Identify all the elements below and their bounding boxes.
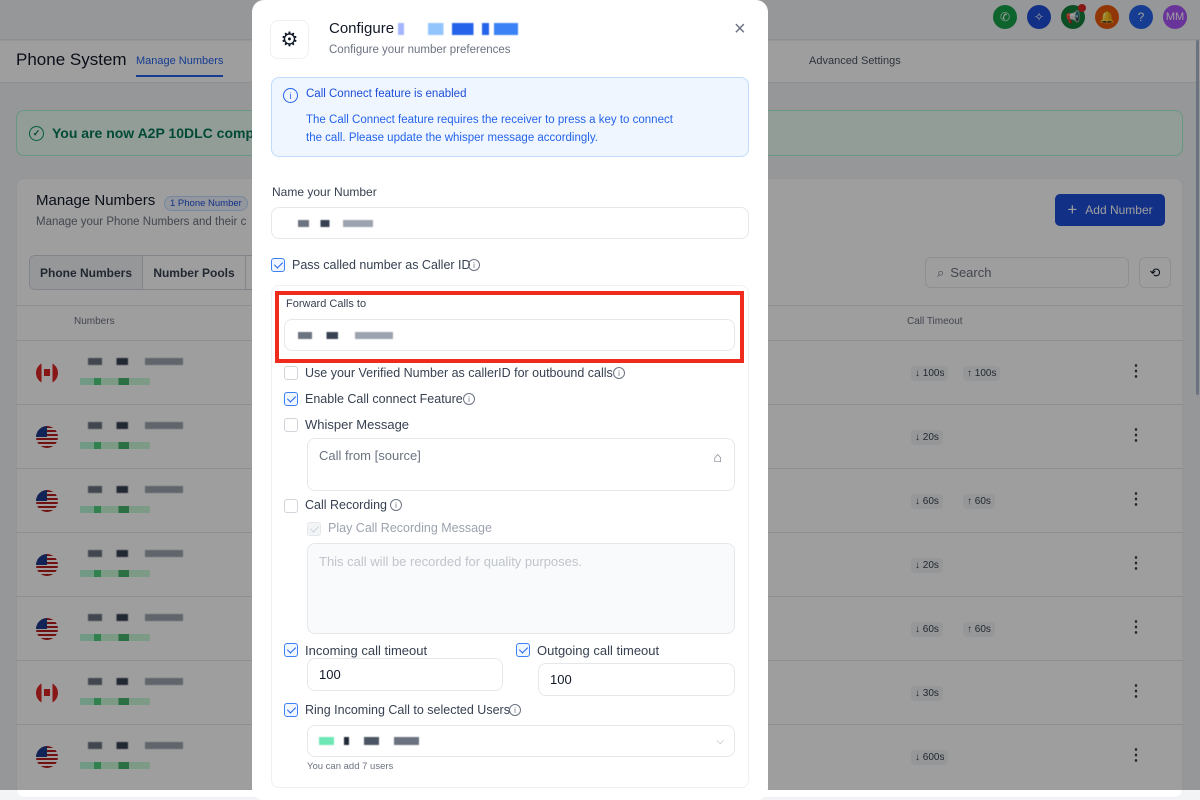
info-icon[interactable]: i <box>463 393 475 405</box>
outgoing-timeout-label: Outgoing call timeout <box>537 643 660 658</box>
call-connect-label: Enable Call connect Feature <box>305 392 463 406</box>
verified-caller-label: Use your Verified Number as callerID for… <box>305 366 613 380</box>
ring-users-helper: You can add 7 users <box>307 761 394 772</box>
whisper-textarea[interactable]: Call from [source] ⌂ <box>307 438 735 491</box>
call-recording-checkbox[interactable] <box>284 499 298 513</box>
call-connect-alert: i Call Connect feature is enabled The Ca… <box>271 77 749 157</box>
incoming-timeout-label: Incoming call timeout <box>305 643 428 658</box>
info-icon[interactable]: i <box>390 499 402 511</box>
whisper-label: Whisper Message <box>305 417 410 432</box>
verified-caller-checkbox[interactable] <box>284 366 298 380</box>
incoming-timeout-input[interactable]: 100 <box>307 658 503 691</box>
chevron-down-icon: ⌵ <box>716 735 724 747</box>
gear-icon: ⚙ <box>270 20 309 59</box>
info-icon[interactable]: i <box>613 367 625 379</box>
redacted-number <box>398 22 519 35</box>
pass-caller-id-label: Pass called number as Caller ID <box>292 258 471 272</box>
info-icon[interactable]: i <box>509 704 521 716</box>
ring-users-checkbox[interactable] <box>284 703 298 717</box>
info-icon[interactable]: i <box>468 259 480 271</box>
alert-body: The Call Connect feature requires the re… <box>306 114 673 144</box>
call-connect-checkbox[interactable] <box>284 392 298 406</box>
call-recording-label: Call Recording <box>305 498 387 512</box>
pass-caller-id-checkbox[interactable] <box>271 258 285 272</box>
play-recording-checkbox[interactable] <box>307 522 321 536</box>
outgoing-timeout-checkbox[interactable] <box>516 643 530 657</box>
scrollbar[interactable] <box>1196 40 1199 395</box>
play-recording-label: Play Call Recording Message <box>328 521 492 535</box>
incoming-timeout-checkbox[interactable] <box>284 643 298 657</box>
modal-subtitle: Configure your number preferences <box>329 44 511 56</box>
modal-title: Configure <box>329 20 519 37</box>
ring-users-label: Ring Incoming Call to selected Users <box>305 703 510 717</box>
forward-input[interactable] <box>284 319 735 351</box>
forward-label: Forward Calls to <box>286 298 367 310</box>
tag-icon[interactable]: ⌂ <box>714 449 722 465</box>
name-label: Name your Number <box>272 185 377 199</box>
configure-modal: ⚙ Configure Configure your number prefer… <box>252 0 768 800</box>
whisper-checkbox[interactable] <box>284 418 298 432</box>
alert-title: Call Connect feature is enabled <box>306 88 467 100</box>
close-icon[interactable]: × <box>734 18 746 41</box>
outgoing-timeout-input[interactable]: 100 <box>538 663 735 696</box>
info-icon: i <box>283 88 298 103</box>
users-select[interactable]: ⌵ <box>307 725 735 757</box>
name-input[interactable] <box>271 207 749 239</box>
recording-message-textarea[interactable]: This call will be recorded for quality p… <box>307 543 735 634</box>
